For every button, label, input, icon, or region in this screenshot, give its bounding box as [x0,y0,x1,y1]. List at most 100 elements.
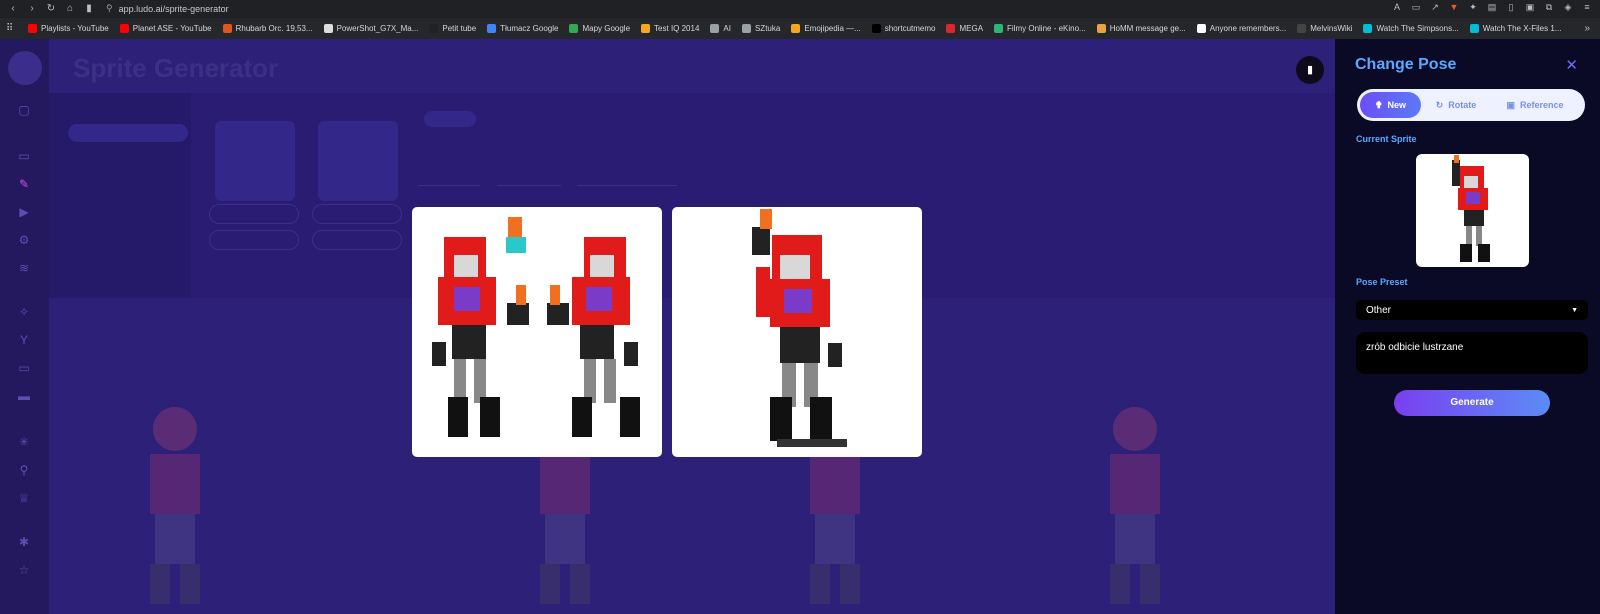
bookmark-item[interactable]: Playlists - YouTube [28,24,109,33]
frame-card-first[interactable] [215,121,295,201]
image-icon: ▣ [1506,99,1515,110]
preview-image-pair[interactable] [412,207,662,457]
chat-icon[interactable]: ▭ [17,361,31,375]
bookmark-item[interactable]: Rhubarb Orc. 19,53... [222,24,313,33]
reload-icon[interactable]: ↻ [46,3,56,14]
bookmark-item[interactable]: SZtuka [741,24,780,33]
bookmark-item[interactable]: Petit tube [429,24,476,33]
current-sprite-image [1416,154,1529,267]
open-editor-ghost-button-2[interactable] [312,230,402,250]
bookmark-label: MelvinsWiki [1310,24,1353,33]
generate-button[interactable]: Generate [1394,390,1550,416]
sprite-single-image [752,209,847,447]
brave-shield-icon[interactable]: ▼ [1449,2,1459,13]
back-icon[interactable]: ‹ [8,3,18,14]
bookmark-item[interactable]: PowerShot_G7X_Ma... [323,24,418,33]
bookmark-favicon-icon [710,24,720,33]
change-pose-ghost-button[interactable] [209,204,299,224]
more-bookmarks-icon[interactable]: » [1584,23,1590,34]
prompt-tag[interactable] [424,111,476,127]
tab-new[interactable]: ✟ New [1360,92,1421,118]
bookmark-favicon-icon [871,24,881,33]
video-icon[interactable]: ▶ [17,205,31,219]
bookmark-label: Rhubarb Orc. 19,53... [235,24,313,33]
idea-icon[interactable]: ✧ [17,305,31,319]
preview-image-single[interactable] [672,207,922,457]
bookmark-label: AI [723,24,731,33]
bookmark-favicon-icon [1297,24,1307,33]
menu-icon[interactable]: ≡ [1582,2,1592,13]
bookmark-item[interactable]: Planet ASE - YouTube [119,24,212,33]
bookmark-item[interactable]: Tłumacz Google [487,24,558,33]
url-text: app.ludo.ai/sprite-generator [118,3,229,14]
gallery-icon[interactable]: ▭ [17,149,31,163]
search-icon[interactable]: ⚲ [17,463,31,477]
star-icon[interactable]: ☆ [17,563,31,577]
forward-icon[interactable]: › [27,3,37,14]
bookmark-favicon-icon [487,24,497,33]
bookmark-item[interactable]: Watch The X-Files 1... [1469,24,1561,33]
sprite-icon[interactable]: ✎ [17,177,31,191]
bookmark-label: Tłumacz Google [500,24,559,33]
current-sprite-label: Current Sprite [1356,134,1417,144]
apps-icon[interactable]: ⠿ [6,23,18,34]
bookmark-label: Petit tube [442,24,477,33]
reader-icon[interactable]: ▤ [1487,2,1497,13]
pose-tabs: ✟ New ↻ Rotate ▣ Reference [1357,89,1585,121]
bookmark-label: Planet ASE - YouTube [132,24,212,33]
change-pose-ghost-button-2[interactable] [312,204,402,224]
vpn-icon[interactable]: ◈ [1563,2,1573,13]
bookmark-icon[interactable]: ▮ [84,3,94,14]
sidebar-toggle-icon[interactable]: ▯ [1506,2,1516,13]
bookmark-item[interactable]: Watch The Simpsons... [1363,24,1459,33]
bookmark-label: Mapy Google [582,24,631,33]
filter-icon[interactable]: Y [17,333,31,347]
bookmark-item[interactable]: MelvinsWiki [1297,24,1352,33]
bookmark-item[interactable]: Test IQ 2014 [641,24,699,33]
panel-title: Change Pose [1355,56,1457,73]
bookmark-item[interactable]: Anyone remembers... [1196,24,1286,33]
address-bar[interactable]: ⚲ app.ludo.ai/sprite-generator [106,3,229,14]
current-sprite-svg [1452,155,1490,262]
bookmark-item[interactable]: Filmy Online - eKino... [994,24,1086,33]
bookmark-item[interactable]: MEGA [946,24,983,33]
trophy-icon[interactable]: ♕ [17,491,31,505]
extension-icon[interactable]: ✦ [1468,2,1478,13]
pose-prompt-input[interactable]: zrób odbicie lustrzane [1356,332,1588,374]
ludo-logo[interactable] [8,51,42,85]
open-editor-ghost-button[interactable] [209,230,299,250]
extensions-icon[interactable]: ⧉ [1544,2,1554,13]
share-icon[interactable]: ↗ [1430,2,1440,13]
translate-icon[interactable]: A [1392,2,1402,13]
bookmark-item[interactable]: shortcutmemo [871,24,935,33]
bookmark-favicon-icon [791,24,801,33]
select-duration[interactable] [497,185,561,186]
bookmark-label: Emojipedia —... [804,24,861,33]
tab-rotate[interactable]: ↻ Rotate [1421,92,1491,118]
bookmark-item[interactable]: Mapy Google [569,24,630,33]
cast-icon[interactable]: ▭ [1411,2,1421,13]
bookmark-item[interactable]: AI [710,24,731,33]
site-info-icon[interactable]: ⚲ [106,3,113,14]
menu-item-active[interactable] [68,124,188,142]
copy-icon[interactable]: ▢ [17,103,31,117]
select-frames[interactable] [577,185,677,186]
background-sprite-1 [150,407,200,604]
asterisk-icon[interactable]: ✱ [17,535,31,549]
settings-icon[interactable]: ⚙ [17,233,31,247]
frame-card-last[interactable] [318,121,398,201]
select-style[interactable] [418,185,480,186]
close-icon[interactable]: ✕ [1565,56,1578,74]
bookmark-item[interactable]: Emojipedia —... [791,24,861,33]
car-icon[interactable]: ▬ [17,389,31,403]
wallet-icon[interactable]: ▣ [1525,2,1535,13]
network-icon[interactable]: ✳ [17,435,31,449]
delete-icon[interactable]: ▮ [1296,56,1324,84]
bookmark-item[interactable]: HoMM message ge... [1096,24,1186,33]
pose-preset-select[interactable]: Other ▼ [1356,300,1588,320]
bookmark-favicon-icon [429,24,439,33]
audio-icon[interactable]: ≋ [17,261,31,275]
sprite-pair-image [432,217,640,437]
home-icon[interactable]: ⌂ [65,3,75,14]
tab-reference[interactable]: ▣ Reference [1491,92,1579,118]
